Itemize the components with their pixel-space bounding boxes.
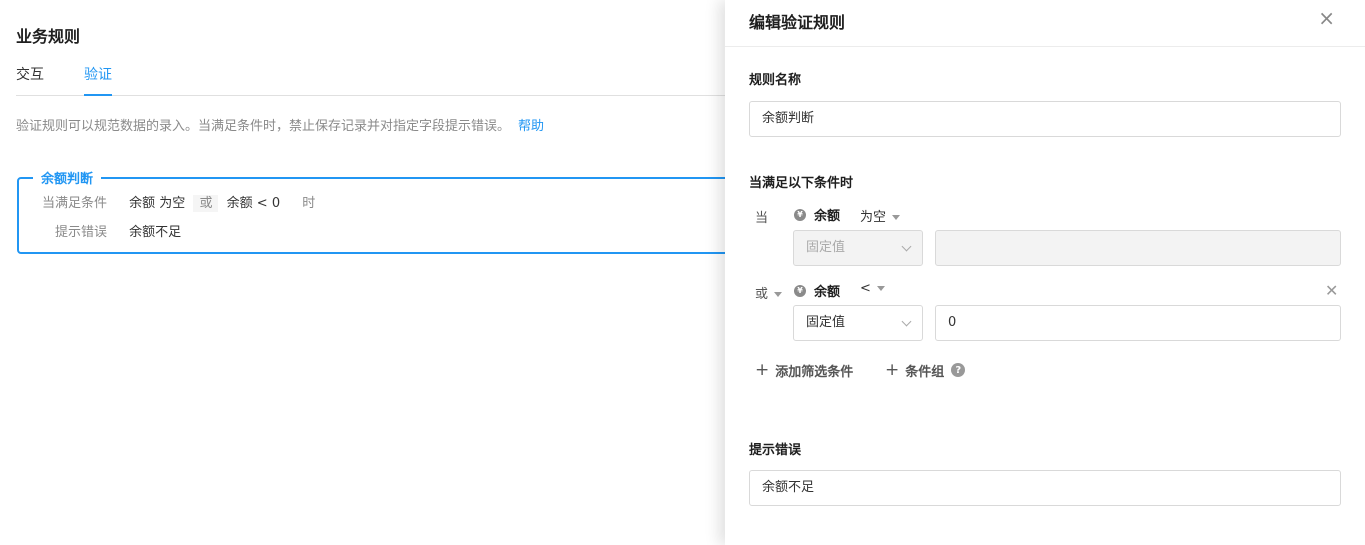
tab-interaction[interactable]: 交互 [16, 64, 44, 90]
tab-bar: 交互 验证 [16, 64, 736, 96]
condition2-prefix: 或 [755, 287, 769, 302]
caret-down-icon [876, 286, 885, 291]
error-message-input[interactable]: 余额不足 [749, 470, 1341, 506]
drawer-title: 编辑验证规则 [749, 13, 846, 32]
add-filter-condition-button[interactable]: + 添加筛选条件 [755, 360, 853, 380]
error-text: 余额不足 [129, 225, 182, 240]
edit-rule-drawer: 编辑验证规则 × 规则名称 余额判断 当满足以下条件时 当 ¥ 余额 为空 固定… [725, 0, 1365, 545]
condition2-value-type: 固定值 [806, 315, 846, 330]
add-condition-group-label: 条件组 [905, 364, 945, 380]
condition2-value-input[interactable]: 0 [935, 305, 1341, 341]
rule-card-title: 余额判断 [33, 168, 102, 187]
condition-suffix: 时 [302, 196, 316, 211]
rule-name-label: 规则名称 [749, 73, 802, 88]
condition2-value-type-select[interactable]: 固定值 [793, 305, 923, 341]
conditions-label: 当满足以下条件时 [749, 176, 854, 191]
condition2-field: 余额 [226, 196, 253, 211]
condition2-value: 0 [271, 196, 281, 211]
tab-validation[interactable]: 验证 [84, 64, 112, 96]
caret-down-icon [774, 292, 783, 297]
condition1-operator: 为空 [860, 210, 887, 225]
chevron-down-icon [901, 241, 912, 252]
condition1-value-type: 固定值 [806, 240, 846, 255]
condition2-connector-select[interactable]: 或 [755, 283, 783, 302]
condition1-field-name: 余额 [814, 209, 841, 224]
condition2-field: ¥ 余额 [794, 281, 840, 300]
condition-prefix-when: 当 [755, 211, 769, 226]
condition2-op: < [256, 196, 268, 211]
rule-condition-row: 当满足条件 余额 为空 或 余额 < 0 时 [41, 192, 316, 212]
condition2-field-name: 余额 [814, 285, 841, 300]
condition1-operator-select[interactable]: 为空 [860, 206, 901, 225]
page-title: 业务规则 [16, 27, 81, 46]
add-condition-group-button[interactable]: + 条件组 ? [885, 360, 966, 380]
rule-card[interactable]: 余额判断 当满足条件 余额 为空 或 余额 < 0 时 提示错误 余额不足 [17, 168, 777, 254]
error-message-label: 提示错误 [749, 443, 802, 458]
yen-icon: ¥ [794, 284, 806, 297]
page-description: 验证规则可以规范数据的录入。当满足条件时，禁止保存记录并对指定字段提示错误。 帮助 [16, 115, 544, 134]
or-connector: 或 [193, 195, 219, 212]
chevron-down-icon [901, 316, 912, 327]
condition1-op: 为空 [159, 196, 186, 211]
question-circle-icon[interactable]: ? [951, 363, 966, 377]
condition1-value-input [935, 230, 1341, 266]
condition-label: 当满足条件 [41, 196, 107, 211]
description-text: 验证规则可以规范数据的录入。当满足条件时，禁止保存记录并对指定字段提示错误。 [16, 119, 511, 134]
rule-name-input[interactable]: 余额判断 [749, 101, 1341, 137]
plus-icon: + [885, 360, 900, 380]
close-icon[interactable]: × [1318, 8, 1335, 28]
drawer-header: 编辑验证规则 × [725, 0, 1365, 47]
condition1-field: 余额 [129, 196, 156, 211]
condition1-field: ¥ 余额 [794, 205, 840, 224]
help-link[interactable]: 帮助 [518, 119, 544, 134]
rule-error-row: 提示错误 余额不足 [41, 221, 181, 240]
remove-condition-icon[interactable]: ✕ [1325, 281, 1338, 300]
error-label: 提示错误 [54, 225, 107, 240]
condition2-operator: < [860, 281, 871, 296]
condition1-value-type-select: 固定值 [793, 230, 923, 266]
plus-icon: + [755, 360, 770, 380]
add-filter-condition-label: 添加筛选条件 [775, 364, 854, 380]
caret-down-icon [892, 215, 901, 220]
yen-icon: ¥ [794, 208, 806, 221]
condition2-operator-select[interactable]: < [860, 281, 885, 296]
